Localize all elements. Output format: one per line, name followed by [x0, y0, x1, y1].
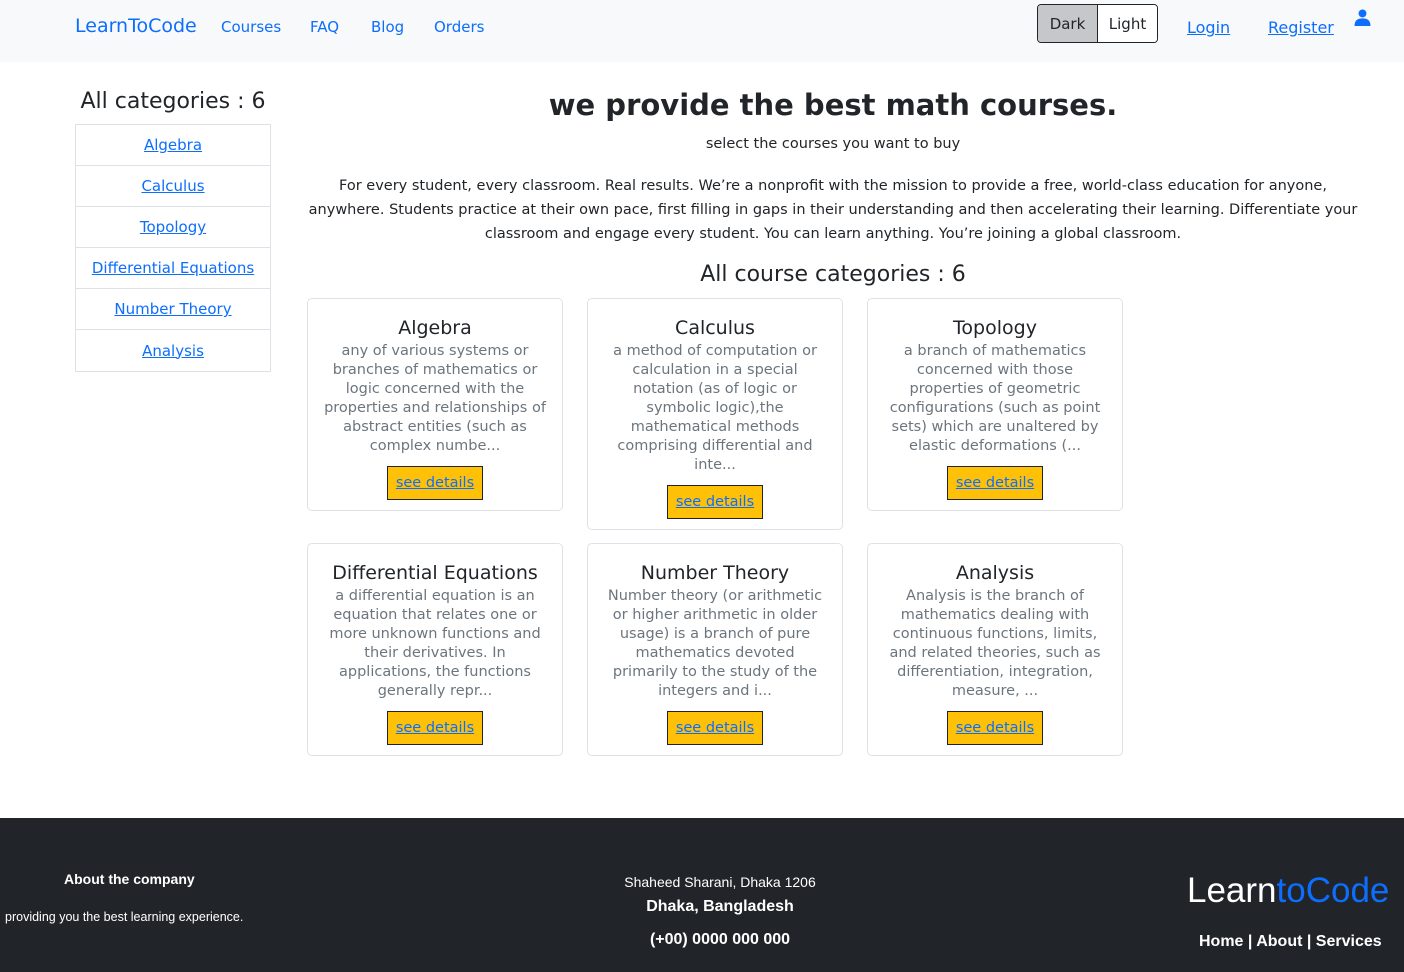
- course-card-text: Number theory (or arithmetic or higher a…: [607, 588, 823, 699]
- see-details-button[interactable]: see details: [386, 711, 484, 745]
- course-card-title: Algebra: [398, 317, 472, 339]
- course-card-text: a method of computation or calculation i…: [613, 343, 817, 473]
- footer-links[interactable]: Home | About | Services: [1199, 933, 1382, 951]
- category-link-number-theory[interactable]: Number Theory: [114, 300, 231, 318]
- category-link-topology[interactable]: Topology: [140, 218, 206, 236]
- user-icon[interactable]: [1354, 9, 1371, 26]
- category-link-analysis[interactable]: Analysis: [142, 342, 204, 360]
- hero-description: For every student, every classroom. Real…: [308, 178, 1358, 242]
- navbar: LearnToCode Courses FAQ Blog Orders Dark…: [0, 0, 1404, 62]
- course-card-title: Topology: [953, 317, 1037, 339]
- course-card-topology: Topology a branch of mathematics concern…: [867, 298, 1123, 511]
- course-card-title: Number Theory: [640, 562, 790, 584]
- course-card-title: Analysis: [955, 562, 1035, 584]
- category-item: Differential Equations: [76, 248, 270, 289]
- see-details-button[interactable]: see details: [946, 466, 1044, 500]
- course-card-analysis: Analysis Analysis is the branch of mathe…: [867, 543, 1123, 756]
- category-item: Number Theory: [76, 289, 270, 330]
- category-list: Algebra Calculus Topology Differential E…: [75, 124, 271, 372]
- category-link-differential-equations[interactable]: Differential Equations: [92, 259, 254, 277]
- see-details-button[interactable]: see details: [946, 711, 1044, 745]
- nav-link-faq[interactable]: FAQ: [310, 18, 339, 36]
- hero-subtitle: select the courses you want to buy: [705, 136, 961, 152]
- category-item: Calculus: [76, 166, 270, 207]
- footer-logo-tocode: toCode: [1276, 871, 1390, 910]
- see-details-button[interactable]: see details: [666, 485, 764, 519]
- course-card-text: any of various systems or branches of ma…: [324, 343, 546, 454]
- course-card-text: Analysis is the branch of mathematics de…: [889, 588, 1101, 699]
- course-card-text: a differential equation is an equation t…: [329, 588, 541, 699]
- light-theme-button[interactable]: Light: [1098, 5, 1157, 42]
- hero-title: we provide the best math courses.: [548, 88, 1118, 122]
- course-card-differential-equations: Differential Equations a differential eq…: [307, 543, 563, 756]
- nav-link-orders[interactable]: Orders: [434, 18, 484, 36]
- login-link[interactable]: Login: [1187, 18, 1230, 37]
- footer-about-text: providing you the best learning experien…: [5, 910, 244, 924]
- category-link-algebra[interactable]: Algebra: [144, 136, 202, 154]
- course-card-text: a branch of mathematics concerned with t…: [889, 343, 1101, 454]
- category-item: Algebra: [76, 125, 270, 166]
- sidebar-title: All categories : 6: [80, 89, 266, 114]
- course-card-algebra: Algebra any of various systems or branch…: [307, 298, 563, 511]
- category-item: Analysis: [76, 330, 270, 371]
- footer-address-line1: Shaheed Sharani, Dhaka 1206: [624, 874, 816, 890]
- footer-about-title: About the company: [64, 871, 195, 887]
- category-item: Topology: [76, 207, 270, 248]
- footer-logo-learn: Learn: [1187, 871, 1277, 910]
- footer-phone: (+00) 0000 000 000: [649, 931, 791, 948]
- nav-link-courses[interactable]: Courses: [221, 18, 281, 36]
- see-details-button[interactable]: see details: [386, 466, 484, 500]
- register-link[interactable]: Register: [1268, 18, 1334, 37]
- course-card-title: Calculus: [675, 317, 755, 339]
- theme-toggle-group: Dark Light: [1037, 4, 1158, 43]
- footer-logo: LearntoCode: [1187, 871, 1389, 911]
- footer: About the company providing you the best…: [0, 818, 1404, 972]
- course-card-calculus: Calculus a method of computation or calc…: [587, 298, 843, 530]
- see-details-button[interactable]: see details: [666, 711, 764, 745]
- course-card-title: Differential Equations: [332, 562, 538, 584]
- dark-theme-button[interactable]: Dark: [1038, 5, 1098, 42]
- nav-link-blog[interactable]: Blog: [371, 18, 404, 36]
- course-section-title: All course categories : 6: [700, 262, 966, 287]
- category-link-calculus[interactable]: Calculus: [141, 177, 204, 195]
- course-card-number-theory: Number Theory Number theory (or arithmet…: [587, 543, 843, 756]
- footer-address-line2: Dhaka, Bangladesh: [646, 898, 794, 915]
- brand-link[interactable]: LearnToCode: [75, 15, 197, 37]
